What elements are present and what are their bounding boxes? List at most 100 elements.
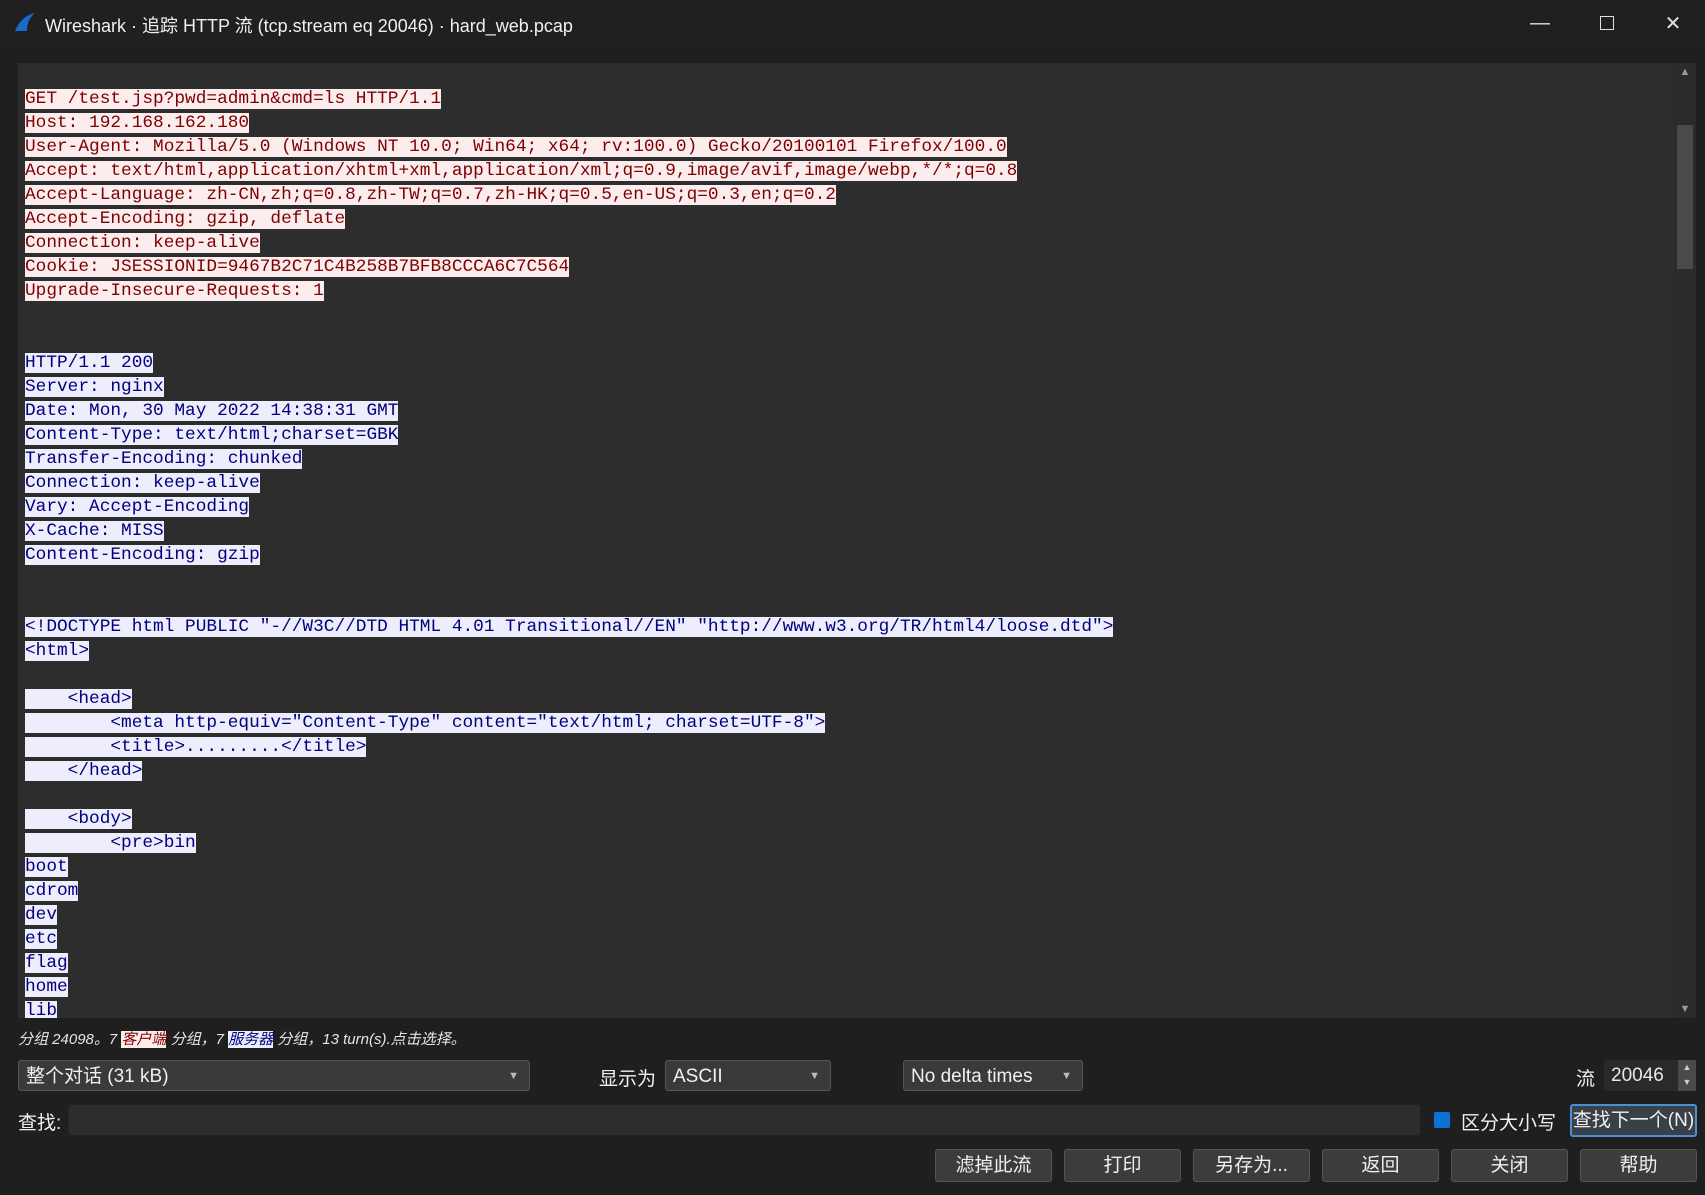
scroll-thumb[interactable] <box>1677 125 1693 269</box>
server-line-text: home <box>25 977 68 997</box>
server-line: Transfer-Encoding: chunked <box>25 447 1113 471</box>
server-line <box>25 567 1113 591</box>
server-line-text: Content-Encoding: gzip <box>25 545 260 565</box>
show-as-select[interactable]: ASCII ▼ <box>665 1060 831 1091</box>
client-line: GET /test.jsp?pwd=admin&cmd=ls HTTP/1.1 <box>25 87 1113 111</box>
stream-content[interactable]: GET /test.jsp?pwd=admin&cmd=ls HTTP/1.1 H… <box>18 63 1674 1018</box>
client-line-text: GET /test.jsp?pwd=admin&cmd=ls HTTP/1.1 <box>25 89 442 109</box>
delta-value: No delta times <box>911 1066 1033 1087</box>
server-line: Content-Encoding: gzip <box>25 543 1113 567</box>
wireshark-fin-icon <box>15 13 35 31</box>
status-line: 分组 24098。7 客户端 分组，7 服务器 分组，13 turn(s).点击… <box>18 1028 466 1049</box>
server-line-text: X-Cache: MISS <box>25 521 164 541</box>
spin-arrows-icon[interactable]: ▲ ▼ <box>1678 1060 1696 1091</box>
minimize-button[interactable]: — <box>1507 0 1573 46</box>
server-line: boot <box>25 855 1113 879</box>
server-line: Connection: keep-alive <box>25 471 1113 495</box>
find-next-button[interactable]: 查找下一个(N) <box>1570 1104 1697 1137</box>
show-as-label: 显示为 <box>599 1069 657 1090</box>
find-input[interactable] <box>68 1104 1421 1136</box>
conversation-value: 整个对话 (31 kB) <box>26 1066 169 1087</box>
server-line-text: <!DOCTYPE html PUBLIC "-//W3C//DTD HTML … <box>25 617 1114 637</box>
client-line: Cookie: JSESSIONID=9467B2C71C4B258B7BFB8… <box>25 255 1113 279</box>
conversation-select[interactable]: 整个对话 (31 kB) ▼ <box>18 1060 530 1091</box>
status-middle: 分组，7 <box>166 1031 229 1048</box>
server-line: Vary: Accept-Encoding <box>25 495 1113 519</box>
status-suffix: 分组，13 turn(s).点击选择。 <box>273 1031 466 1048</box>
server-line-text: flag <box>25 953 68 973</box>
close-window-button[interactable]: ✕ <box>1640 0 1705 46</box>
close-icon: ✕ <box>1664 12 1682 35</box>
stream-number-value: 20046 <box>1611 1065 1664 1086</box>
server-line-text: Server: nginx <box>25 377 164 397</box>
server-line: HTTP/1.1 200 <box>25 351 1113 375</box>
client-line-text: Upgrade-Insecure-Requests: 1 <box>25 281 324 301</box>
server-line-text: <body> <box>25 809 132 829</box>
vertical-scrollbar[interactable]: ▲ ▼ <box>1674 63 1696 1018</box>
server-line-text: Date: Mon, 30 May 2022 14:38:31 GMT <box>25 401 399 421</box>
print-button[interactable]: 打印 <box>1064 1149 1181 1182</box>
client-line: User-Agent: Mozilla/5.0 (Windows NT 10.0… <box>25 135 1113 159</box>
client-line-text: Accept-Language: zh-CN,zh;q=0.8,zh-TW;q=… <box>25 185 836 205</box>
show-as-value: ASCII <box>673 1066 723 1087</box>
save-as-button[interactable]: 另存为... <box>1193 1149 1310 1182</box>
server-line: Content-Type: text/html;charset=GBK <box>25 423 1113 447</box>
server-line-text: lib <box>25 1001 58 1018</box>
chevron-down-icon: ▼ <box>809 1070 820 1082</box>
server-label[interactable]: 服务器 <box>228 1031 274 1048</box>
client-label[interactable]: 客户端 <box>121 1031 167 1048</box>
maximize-button[interactable] <box>1574 0 1640 46</box>
client-line-text: User-Agent: Mozilla/5.0 (Windows NT 10.0… <box>25 137 1007 157</box>
server-line: <!DOCTYPE html PUBLIC "-//W3C//DTD HTML … <box>25 615 1114 639</box>
server-line <box>25 591 1113 615</box>
client-line: Accept: text/html,application/xhtml+xml,… <box>25 159 1113 183</box>
server-line-text: Content-Type: text/html;charset=GBK <box>25 425 399 445</box>
server-line: cdrom <box>25 879 1113 903</box>
client-line <box>25 327 1113 351</box>
stream-number-spinbox[interactable]: 20046 ▲ ▼ <box>1604 1060 1696 1091</box>
server-line-text: Transfer-Encoding: chunked <box>25 449 303 469</box>
stream-lines: GET /test.jsp?pwd=admin&cmd=ls HTTP/1.1 H… <box>25 87 1114 1018</box>
server-line: <title>.........</title> <box>25 735 1113 759</box>
server-line-text: <meta http-equiv="Content-Type" content=… <box>25 713 826 733</box>
server-line: </head> <box>25 759 1113 783</box>
server-line-text: boot <box>25 857 68 877</box>
client-line: Host: 192.168.162.180 <box>25 111 1113 135</box>
find-label: 查找: <box>18 1113 62 1134</box>
client-line: Accept-Encoding: gzip, deflate <box>25 207 1113 231</box>
server-line <box>25 783 1113 807</box>
client-line: Connection: keep-alive <box>25 231 1113 255</box>
chevron-down-icon: ▼ <box>508 1070 519 1082</box>
help-button[interactable]: 帮助 <box>1580 1149 1697 1182</box>
server-line-text: <head> <box>25 689 132 709</box>
client-line: Accept-Language: zh-CN,zh;q=0.8,zh-TW;q=… <box>25 183 1113 207</box>
server-line: flag <box>25 951 1113 975</box>
close-button[interactable]: 关闭 <box>1451 1149 1568 1182</box>
minimize-icon: — <box>1530 11 1550 34</box>
back-button[interactable]: 返回 <box>1322 1149 1439 1182</box>
server-line: lib <box>25 999 1113 1018</box>
stream-label: 流 <box>1576 1069 1596 1090</box>
server-line: dev <box>25 903 1113 927</box>
client-line <box>25 303 1113 327</box>
server-line-text: </head> <box>25 761 143 781</box>
scroll-up-icon[interactable]: ▲ <box>1674 63 1696 81</box>
delta-times-select[interactable]: No delta times ▼ <box>903 1060 1083 1091</box>
server-line-text: Connection: keep-alive <box>25 473 260 493</box>
case-sensitive-checkbox[interactable] <box>1434 1112 1450 1128</box>
server-line: Date: Mon, 30 May 2022 14:38:31 GMT <box>25 399 1113 423</box>
server-line-text: etc <box>25 929 58 949</box>
server-line-text: <html> <box>25 641 90 661</box>
server-line: etc <box>25 927 1113 951</box>
window-title: Wireshark · 追踪 HTTP 流 (tcp.stream eq 200… <box>45 16 573 36</box>
chevron-down-icon: ▼ <box>1061 1070 1072 1082</box>
server-line-text: <title>.........</title> <box>25 737 367 757</box>
server-line: <body> <box>25 807 1113 831</box>
filter-out-button[interactable]: 滤掉此流 <box>935 1149 1052 1182</box>
scroll-down-icon[interactable]: ▼ <box>1674 1000 1696 1018</box>
client-line: Upgrade-Insecure-Requests: 1 <box>25 279 1113 303</box>
maximize-icon <box>1600 16 1614 30</box>
client-line-text: Accept: text/html,application/xhtml+xml,… <box>25 161 1018 181</box>
server-line-text: cdrom <box>25 881 79 901</box>
server-line-text: dev <box>25 905 58 925</box>
